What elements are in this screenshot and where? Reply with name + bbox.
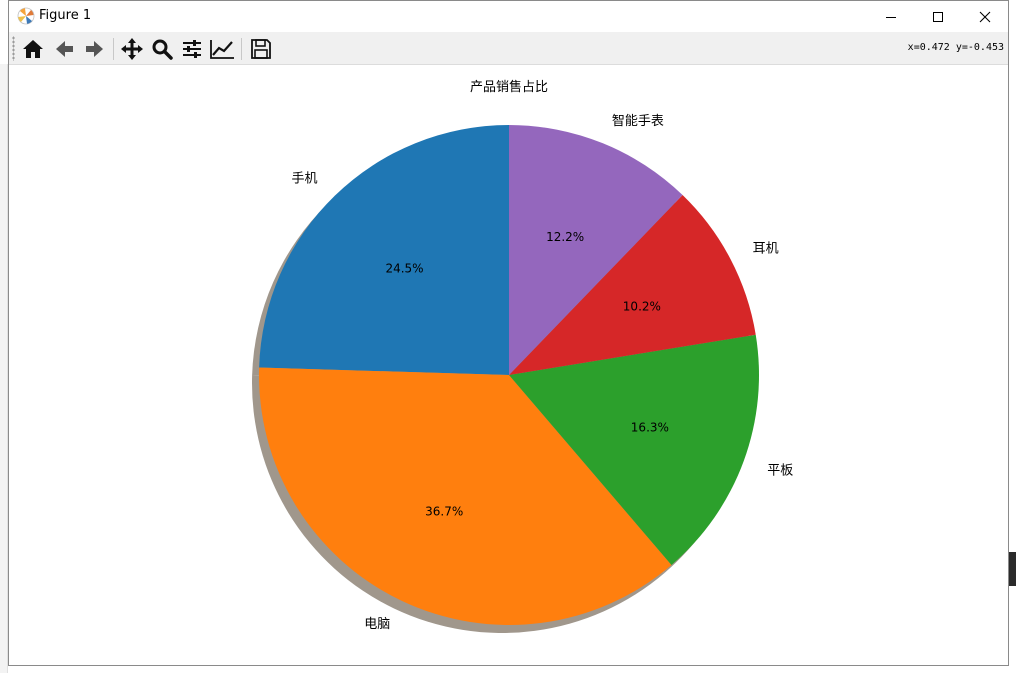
toolbar-separator: [113, 38, 114, 60]
save-icon: [251, 39, 271, 59]
configure-subplots-button[interactable]: [178, 35, 206, 63]
toolbar-separator: [241, 38, 242, 60]
edit-axis-button[interactable]: [208, 35, 236, 63]
slice-earphones-percent-label: 10.2%: [623, 299, 661, 313]
zoom-button[interactable]: [148, 35, 176, 63]
slice-earphones-label: 耳机: [753, 241, 779, 256]
cursor-coordinates: x=0.472 y=-0.453: [907, 42, 1004, 53]
title-bar[interactable]: Figure 1: [9, 1, 1008, 32]
figure-window: Figure 1 x=0.472 y=-0.453 产品销售占比 手机 24.5…: [8, 0, 1009, 666]
minimize-button[interactable]: [868, 1, 914, 32]
background-window-edge: [0, 64, 8, 673]
pan-button[interactable]: [118, 35, 146, 63]
slice-tablet-percent-label: 16.3%: [631, 421, 669, 435]
forward-button[interactable]: [81, 35, 109, 63]
toolbar-grip[interactable]: [12, 36, 15, 61]
slice-computer-percent-label: 36.7%: [425, 504, 463, 518]
edit-axis-icon: [210, 40, 234, 59]
slice-phone-label: 手机: [291, 172, 317, 187]
save-button[interactable]: [247, 35, 275, 63]
desktop: Figure 1 x=0.472 y=-0.453 产品销售占比 手机 24.5…: [0, 0, 1016, 673]
slice-phone-percent-label: 24.5%: [385, 261, 423, 275]
close-icon: [979, 11, 991, 22]
slice-computer-label: 电脑: [364, 617, 390, 632]
home-button[interactable]: [19, 35, 47, 63]
configure-subplots-icon: [183, 40, 201, 58]
pie-chart: 产品销售占比 手机 24.5% 电脑 36.7% 平板 16.3% 耳机 10.2% 智能手表 1…: [252, 79, 793, 634]
slice-tablet-label: 平板: [767, 463, 793, 478]
maximize-button[interactable]: [915, 1, 961, 32]
slice-smartwatch-label: 智能手表: [612, 114, 664, 129]
chart-title: 产品销售占比: [470, 79, 548, 95]
maximize-icon: [933, 11, 943, 22]
plot-canvas[interactable]: 产品销售占比 手机 24.5% 电脑 36.7% 平板 16.3% 耳机 10.2% 智能手表 1…: [9, 65, 1008, 666]
zoom-icon: [152, 39, 173, 60]
back-arrow-icon: [56, 41, 73, 57]
navigation-toolbar: x=0.472 y=-0.453: [9, 32, 1008, 65]
back-button[interactable]: [50, 35, 78, 63]
slice-phone: [259, 125, 509, 375]
home-icon: [23, 40, 43, 58]
matplotlib-icon: [17, 7, 35, 25]
pie-slice-layer: [259, 125, 759, 626]
forward-arrow-icon: [86, 41, 103, 57]
window-title: Figure 1: [39, 8, 92, 23]
close-button[interactable]: [962, 1, 1008, 32]
minimize-icon: [886, 16, 896, 18]
slice-smartwatch-percent-label: 12.2%: [546, 230, 584, 244]
background-dark-edge: [1008, 552, 1016, 586]
pan-icon: [121, 38, 143, 60]
